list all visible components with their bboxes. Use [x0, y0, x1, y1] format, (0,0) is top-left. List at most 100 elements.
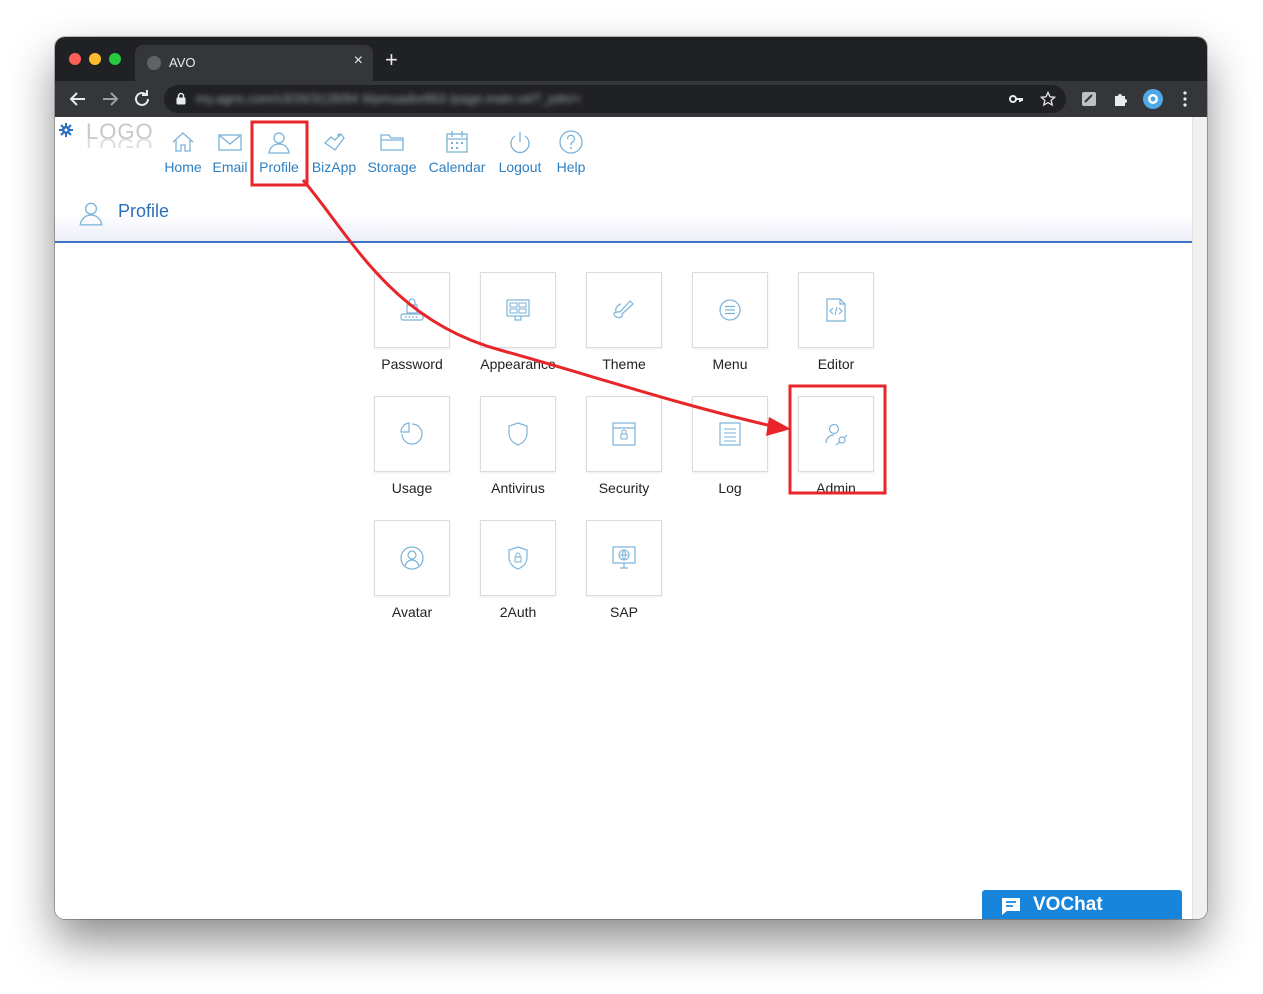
nav-help-label: Help	[556, 159, 586, 175]
tile-sap-box[interactable]	[586, 520, 662, 596]
tile-sap-label: SAP	[609, 604, 638, 620]
secure-window-icon	[612, 422, 636, 446]
page-content: LOGO LOGO Home Email Profile BizApp Stor…	[55, 117, 1192, 919]
tab-title: AVO	[169, 55, 196, 70]
tile-usage[interactable]: Usage	[359, 396, 465, 496]
tile-sap[interactable]: SAP	[571, 520, 677, 620]
tile-antivirus-box[interactable]	[480, 396, 556, 472]
tile-admin-label: Admin	[816, 480, 856, 496]
tile-appearance-label: Appearance	[480, 356, 556, 372]
handshake-icon	[323, 133, 345, 151]
tile-2auth-box[interactable]	[480, 520, 556, 596]
tile-avatar-box[interactable]	[374, 520, 450, 596]
nav-bizapp[interactable]: BizApp	[309, 129, 359, 175]
lock-icon	[176, 92, 186, 105]
nav-profile-label: Profile	[259, 159, 299, 175]
monitor-layout-icon	[506, 299, 530, 321]
tile-avatar[interactable]: Avatar	[359, 520, 465, 620]
tile-usage-box[interactable]	[374, 396, 450, 472]
vertical-scrollbar[interactable]	[1192, 117, 1207, 919]
star-icon[interactable]	[1039, 90, 1057, 111]
key-icon[interactable]	[1008, 91, 1024, 111]
power-icon	[510, 132, 530, 154]
tile-theme-label: Theme	[602, 356, 646, 372]
browser-tab-strip: AVO × +	[55, 37, 1207, 81]
envelope-icon	[218, 134, 242, 151]
tile-editor[interactable]: Editor	[783, 272, 889, 372]
tile-appearance[interactable]: Appearance	[465, 272, 571, 372]
tile-2auth-label: 2Auth	[499, 604, 537, 620]
tile-editor-box[interactable]	[798, 272, 874, 348]
nav-home[interactable]: Home	[161, 129, 205, 175]
avatar-circle-icon	[400, 546, 424, 570]
calendar-icon	[446, 131, 468, 153]
tile-password-box[interactable]	[374, 272, 450, 348]
tile-antivirus[interactable]: Antivirus	[465, 396, 571, 496]
globe-monitor-icon	[612, 546, 636, 569]
profile-extension-icon[interactable]	[1143, 89, 1163, 109]
vochat-button[interactable]: VOChat	[982, 890, 1182, 919]
user-icon	[268, 132, 290, 154]
tab-close-button[interactable]: ×	[354, 52, 363, 70]
globe-icon	[147, 56, 161, 70]
browser-window: AVO × + my.agns.com/v3/26/3128/84 9/pmua…	[55, 37, 1207, 919]
admin-user-wrench-icon	[825, 423, 848, 446]
url-text: my.agns.com/v3/26/3128/84 9/pmuador863 /…	[196, 91, 582, 106]
home-icon	[172, 132, 194, 152]
minimize-window-button[interactable]	[89, 53, 101, 65]
tile-2auth[interactable]: 2Auth	[465, 520, 571, 620]
folder-icon	[380, 134, 404, 151]
help-icon	[559, 130, 583, 154]
tile-menu-box[interactable]	[692, 272, 768, 348]
tile-log-box[interactable]	[692, 396, 768, 472]
tile-log[interactable]: Log	[677, 396, 783, 496]
forward-arrow-icon[interactable]	[98, 87, 122, 111]
tile-security[interactable]: Security	[571, 396, 677, 496]
reload-icon[interactable]	[130, 87, 154, 111]
tile-password[interactable]: Password	[359, 272, 465, 372]
tile-security-label: Security	[598, 480, 650, 496]
chat-bubble-icon	[1002, 898, 1020, 915]
document-lines-icon	[719, 422, 741, 446]
more-options-icon[interactable]	[1175, 89, 1195, 109]
nav-email-label: Email	[212, 159, 248, 175]
nav-calendar[interactable]: Calendar	[427, 129, 487, 175]
tile-theme[interactable]: Theme	[571, 272, 677, 372]
code-file-icon	[826, 298, 846, 322]
nav-bizapp-label: BizApp	[311, 159, 357, 175]
back-arrow-icon[interactable]	[66, 87, 90, 111]
nav-profile[interactable]: Profile	[257, 129, 301, 175]
user-icon	[79, 202, 103, 226]
logo-reflection: LOGO	[86, 136, 154, 148]
puzzle-icon[interactable]	[1111, 89, 1131, 109]
nav-help[interactable]: Help	[552, 129, 590, 175]
tile-theme-box[interactable]	[586, 272, 662, 348]
tile-antivirus-label: Antivirus	[491, 480, 545, 496]
shield-lock-icon	[508, 546, 528, 570]
gear-logo-icon	[59, 123, 73, 137]
nav-calendar-label: Calendar	[428, 159, 486, 175]
nav-home-label: Home	[164, 159, 202, 175]
tile-log-label: Log	[718, 480, 742, 496]
tile-appearance-box[interactable]	[480, 272, 556, 348]
tile-menu[interactable]: Menu	[677, 272, 783, 372]
tile-admin[interactable]: Admin	[783, 396, 889, 496]
tile-security-box[interactable]	[586, 396, 662, 472]
tile-password-label: Password	[381, 356, 443, 372]
nav-email[interactable]: Email	[211, 129, 249, 175]
vochat-label: VOChat	[1033, 894, 1103, 915]
close-window-button[interactable]	[69, 53, 81, 65]
tile-usage-label: Usage	[391, 480, 433, 496]
menu-circle-icon	[719, 299, 741, 321]
address-bar[interactable]: my.agns.com/v3/26/3128/84 9/pmuador863 /…	[164, 85, 1066, 113]
extension-note-icon[interactable]	[1079, 89, 1099, 109]
nav-storage[interactable]: Storage	[366, 129, 418, 175]
pie-chart-icon	[400, 422, 423, 445]
tile-admin-box[interactable]	[798, 396, 874, 472]
maximize-window-button[interactable]	[109, 53, 121, 65]
nav-logout[interactable]: Logout	[496, 129, 544, 175]
new-tab-button[interactable]: +	[385, 49, 398, 71]
shield-icon	[508, 422, 528, 446]
tile-avatar-label: Avatar	[391, 604, 433, 620]
browser-tab[interactable]: AVO ×	[135, 45, 373, 81]
